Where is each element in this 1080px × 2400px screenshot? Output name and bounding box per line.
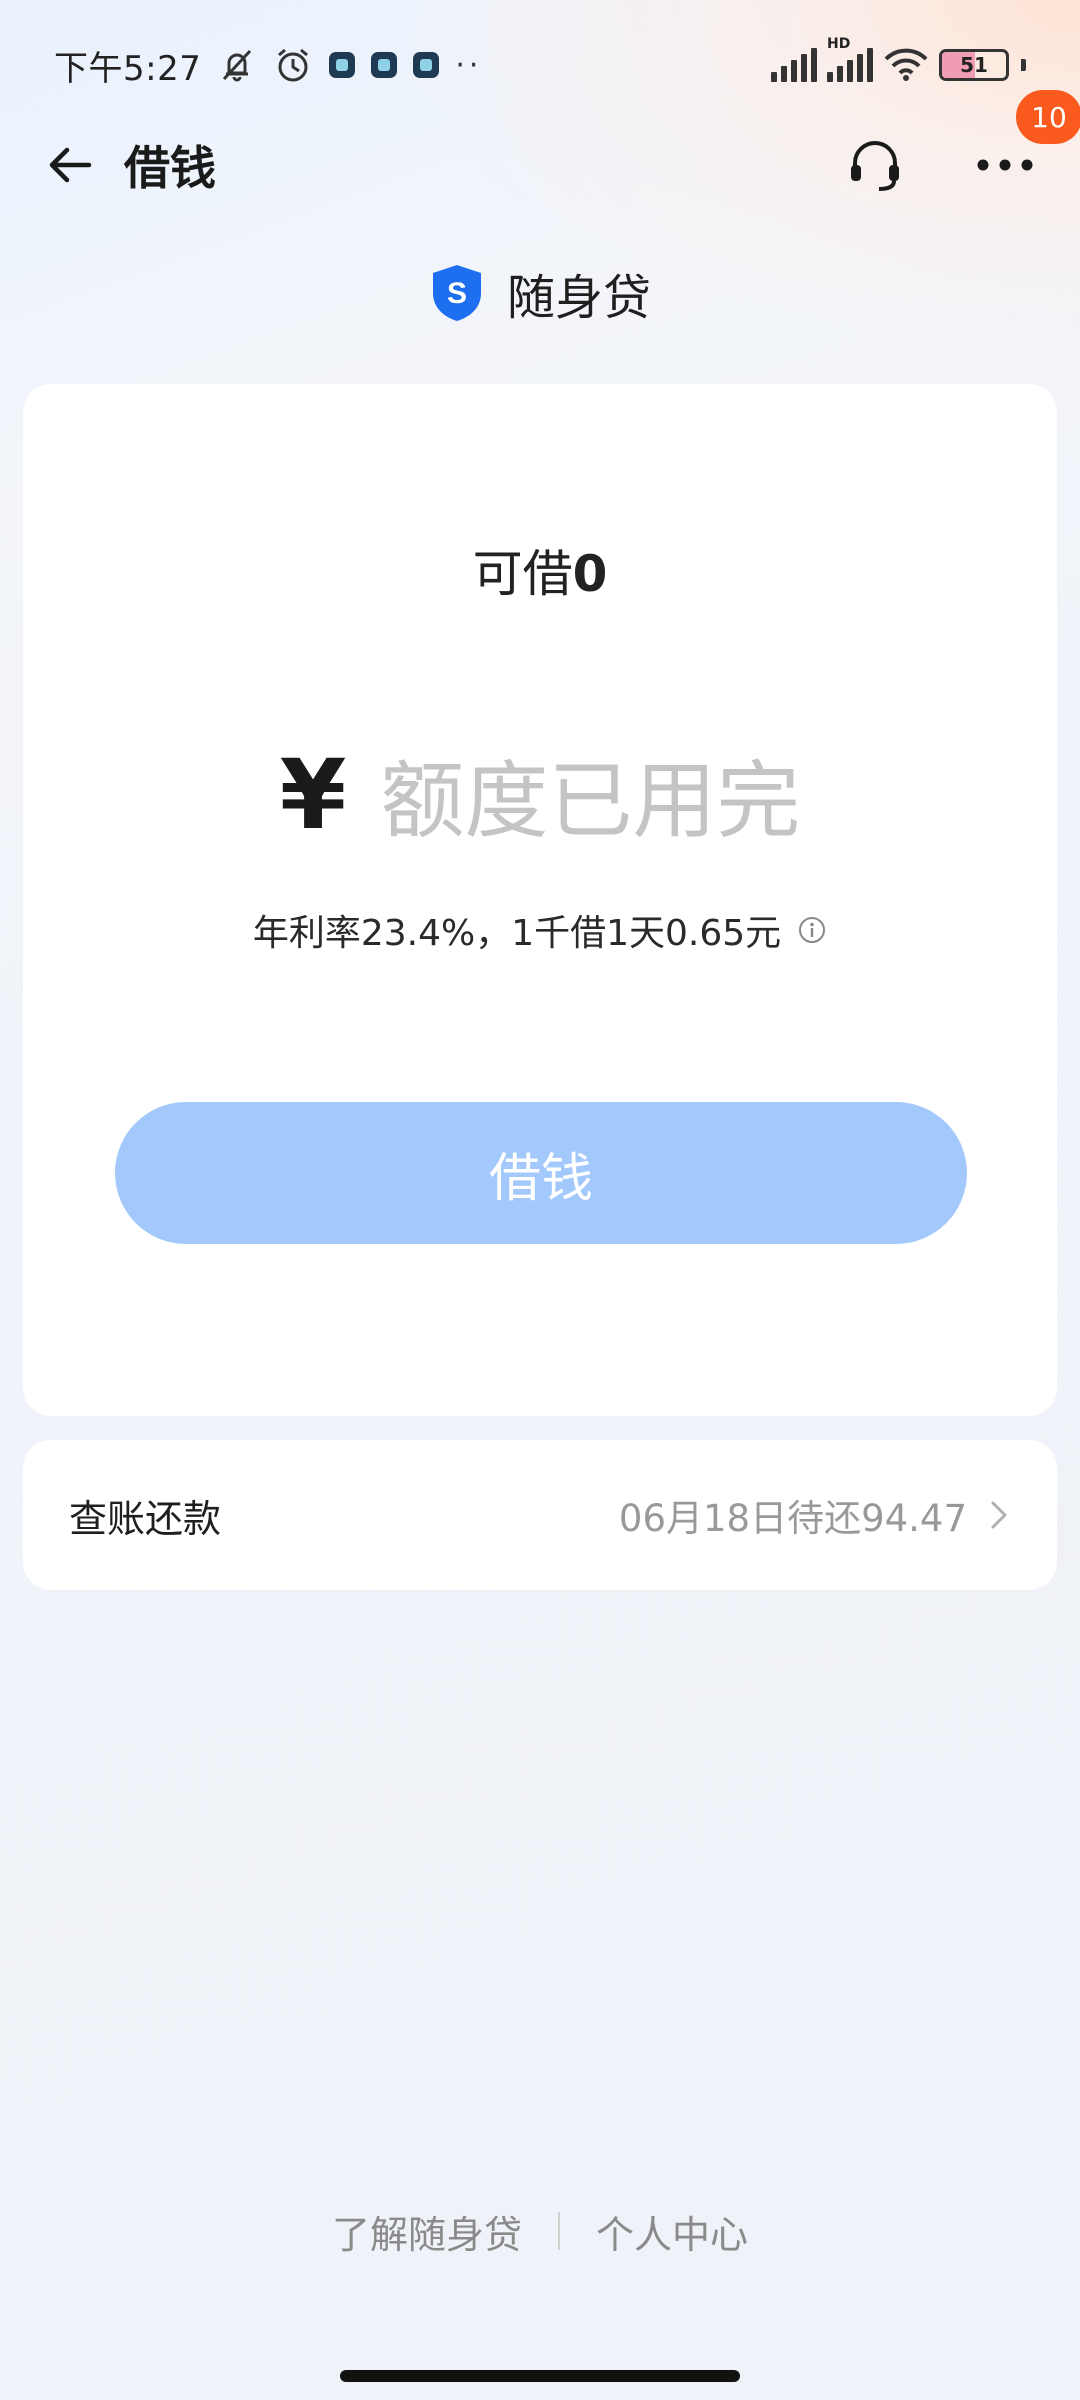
notification-badge: 10 [1016, 90, 1080, 144]
chevron-right-icon [991, 1501, 1007, 1529]
amount-input-row[interactable]: ¥ 额度已用完 [23, 734, 1057, 855]
status-left: 下午5:27 ·· [54, 41, 482, 90]
headset-icon [851, 141, 899, 191]
bill-label: 查账还款 [69, 1496, 222, 1541]
alarm-clock-icon [273, 45, 313, 85]
footer-divider [558, 2212, 560, 2250]
wifi-icon [883, 47, 929, 83]
notification-app-icon [329, 52, 356, 78]
customer-service-button[interactable] [840, 130, 910, 200]
mute-bell-icon [217, 45, 257, 85]
page-title: 借钱 [124, 141, 216, 195]
battery-icon: 51 [939, 49, 1009, 81]
hd-label: HD [827, 36, 851, 52]
currency-symbol: ¥ [279, 738, 347, 851]
interest-rate-row: 年利率23.4%，1千借1天0.65元 [23, 904, 1057, 956]
back-button[interactable] [40, 135, 100, 195]
loan-card: 可借0 ¥ 额度已用完 年利率23.4%，1千借1天0.65元 借钱 [23, 384, 1057, 1416]
more-button[interactable]: 10 [970, 90, 1080, 200]
home-indicator[interactable] [340, 2370, 740, 2382]
status-right: HD 51 [771, 36, 1026, 83]
more-dots-icon [977, 159, 1033, 171]
logo-letter: S [447, 277, 467, 310]
available-label: 可借 [472, 545, 573, 603]
borrow-button[interactable]: 借钱 [115, 1102, 967, 1244]
available-credit: 可借0 [23, 534, 1057, 606]
footer-links: 了解随身贷 个人中心 [0, 2196, 1080, 2266]
available-amount: 0 [572, 545, 608, 603]
bill-right: 06月18日待还94.47 [619, 1488, 1011, 1542]
notification-app-icon [371, 52, 398, 78]
nav-actions: 10 [840, 90, 1080, 200]
back-arrow-icon [49, 147, 92, 183]
notification-app-icon [413, 52, 440, 78]
bill-status: 06月18日待还94.47 [618, 1497, 967, 1540]
interest-rate-text: 年利率23.4%，1千借1天0.65元 [252, 913, 782, 954]
shield-logo-icon: S [432, 265, 481, 321]
nav-bar: 借钱 10 [0, 90, 1080, 220]
info-icon[interactable] [797, 915, 827, 945]
amount-status: 额度已用完 [380, 752, 801, 850]
signal-hd-icon: HD [827, 36, 873, 82]
more-notifications-icon: ·· [455, 47, 483, 83]
product-header: S 随身贷 [0, 258, 1080, 328]
bill-repay-row[interactable]: 查账还款 06月18日待还94.47 [23, 1440, 1057, 1590]
product-name: 随身贷 [506, 270, 651, 326]
personal-center-link[interactable]: 个人中心 [596, 2204, 748, 2259]
about-link[interactable]: 了解随身贷 [332, 2204, 522, 2259]
battery-level: 51 [960, 53, 988, 77]
status-time: 下午5:27 [54, 48, 202, 89]
battery-cap [1021, 59, 1026, 71]
signal-icon [771, 48, 817, 82]
